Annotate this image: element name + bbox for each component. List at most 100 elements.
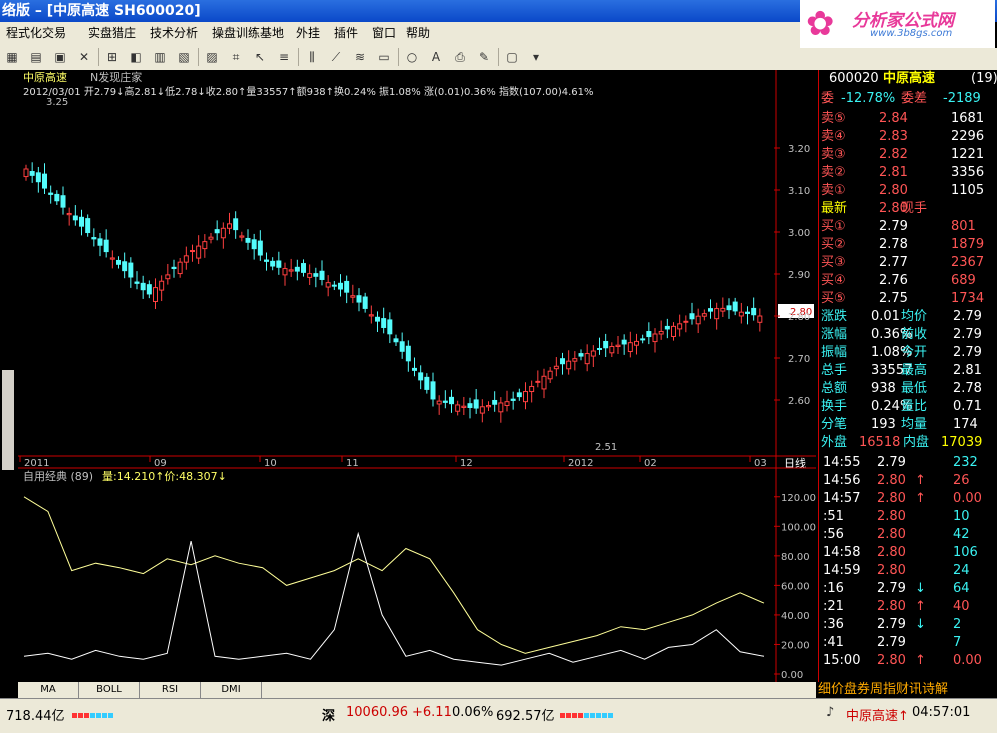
cursor-icon[interactable]: ↖ [252,49,268,65]
hash-icon[interactable]: ⌗ [228,49,244,65]
logo: ✿ 分析家公式网 www.3b8gs.com [800,0,995,48]
fill-icon[interactable]: ▨ [204,49,220,65]
price-tick-label: 2.60 [788,396,810,407]
list-icon[interactable]: ▤ [28,49,44,65]
circle-icon[interactable]: ○ [404,49,420,65]
sell-row: 卖⑤ 2.84 1681 [819,110,997,128]
menu-programmatic[interactable]: 程式化交易 [6,22,66,44]
stat-row: 换手 0.24% 量比 0.71 [819,398,997,416]
stat-label: 换手 [821,399,848,414]
wei-cha: -2189 [943,91,981,106]
candle-body [220,227,226,239]
wave-icon[interactable]: ≋ [352,49,368,65]
box-icon[interactable]: ▣ [52,49,68,65]
tick-price: 2.80 [877,491,906,506]
candle-body [510,398,516,401]
stat-row: 总手 33557 最高 2.81 [819,362,997,380]
tab-dmi[interactable]: DMI [201,682,262,698]
candle-body [356,295,362,303]
menu-tech[interactable]: 技术分析 [150,22,198,44]
menu-hunt[interactable]: 实盘猎庄 [88,22,136,44]
date-label: 10 [264,458,277,469]
tick-arrow: ↑ [915,491,926,506]
news-marquee[interactable]: 细价盘券周指财讯诗解 [818,682,997,698]
frame-icon[interactable]: ▢ [504,49,520,65]
chart-area[interactable]: 中原高速 N发现庄家 2012/03/01 开2.79↓高2.81↓低2.78↓… [18,70,816,682]
left-scrollbar[interactable] [2,370,14,470]
tick-row: :21 2.80 ↑ 40 [819,598,997,616]
candle-body [689,313,695,320]
price-tick-label: 3.00 [788,228,810,239]
quote-badge: (19) [971,71,997,86]
candle-body [325,282,331,288]
candle-body [473,399,479,409]
candle-body [738,311,744,317]
hatch-icon[interactable]: ▧ [176,49,192,65]
sell-row: 卖③ 2.82 1221 [819,146,997,164]
tab-boll[interactable]: BOLL [79,682,140,698]
candle-body [171,266,177,270]
candle-body [190,250,195,253]
window-title: 络版 – [中原高速 SH600020] [2,3,201,19]
candle-body [91,237,97,240]
tab-ma[interactable]: MA [18,682,79,698]
buy-level-label: 买⑤ [821,291,846,306]
candle-body [695,315,701,325]
stock-name-label: 中原高速 [23,70,67,84]
toolbar: ▦ ▤ ▣ ✕ ⊞ ◧ ▥ ▧ ▨ ⌗ ↖ ≡ ⫼ ⟋ ≋ ▭ ○ A ⎙ ✎ ▢ ▾ [0,44,800,71]
draw-line-icon[interactable]: ⟋ [328,49,344,65]
toolbar-separator [98,48,99,66]
stat-row: 涨跌 0.01 均价 2.79 [819,308,997,326]
tick-time: 14:56 [823,473,861,488]
candle-body [726,305,732,311]
window-icon[interactable]: ⊞ [104,49,120,65]
sub-tick-label: 20.00 [781,640,810,651]
print-icon[interactable]: ⎙ [452,49,468,65]
buy-level-label: 买① [821,219,846,234]
logo-url: www.3b8gs.com [870,28,953,39]
tick-volume: 64 [953,581,970,596]
menu-help[interactable]: 帮助 [406,22,430,44]
stat-label: 分笔 [821,417,848,432]
lines-icon[interactable]: ≡ [276,49,292,65]
candle-body [479,406,485,414]
status-bars-left [72,707,114,719]
candle-body [183,255,189,263]
speaker-icon[interactable]: ♪ [826,705,834,720]
candle-body [498,402,504,413]
menu-window[interactable]: 窗口 [372,22,396,44]
status-shen-pct: 0.06% [452,705,494,720]
candle-body [658,330,664,335]
split-icon[interactable]: ◧ [128,49,144,65]
text-icon[interactable]: A [428,49,444,65]
candle-body [153,287,158,303]
bars-icon[interactable]: ▥ [152,49,168,65]
sell-row: 卖④ 2.83 2296 [819,128,997,146]
tab-rsi[interactable]: RSI [140,682,201,698]
candle-body [208,236,214,240]
date-label: 2012 [568,458,593,469]
candle-body [288,269,294,272]
menu-plugin-ext[interactable]: 外挂 [296,22,320,44]
grid-icon[interactable]: ▦ [4,49,20,65]
rect-icon[interactable]: ▭ [376,49,392,65]
candle-body [578,353,584,357]
columns-icon[interactable]: ⫼ [304,49,320,65]
status-ticker[interactable]: 中原高速↑ [846,705,909,724]
menu-plugins[interactable]: 插件 [334,22,358,44]
menu-train[interactable]: 操盘训练基地 [212,22,284,44]
tick-volume: 106 [953,545,978,560]
stat-value: 193 [871,417,896,432]
dropdown-icon[interactable]: ▾ [528,49,544,65]
buy-volume: 689 [951,273,976,288]
stat-value-2: 2.79 [953,309,982,324]
date-label: 11 [346,458,359,469]
candle-body [399,341,405,352]
status-shen-label: 深 [322,709,336,724]
pencil-icon[interactable]: ✎ [476,49,492,65]
buy-level-label: 买④ [821,273,846,288]
price-tick-label: 2.80 [788,312,810,323]
tick-volume: 10 [953,509,970,524]
close-icon[interactable]: ✕ [76,49,92,65]
date-label: 09 [154,458,167,469]
